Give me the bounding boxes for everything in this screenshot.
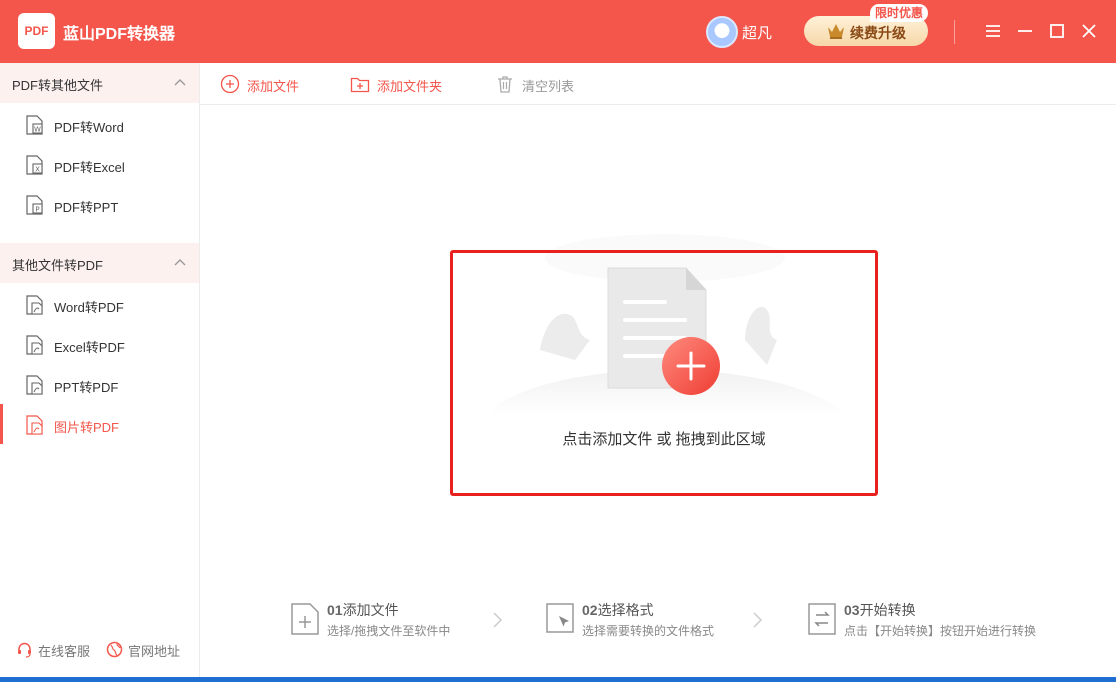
chevron-up-icon [174,79,186,86]
word-file-icon: W [26,115,43,135]
step-start-convert: 03开始转换 点击【开始转换】按钮开始进行转换 [807,600,1067,640]
group-label: PDF转其他文件 [12,78,104,93]
app-title: 蓝山PDF转换器 [63,26,176,43]
ppt-to-pdf-icon [26,375,43,395]
step-title: 02选择格式 [582,602,654,618]
title-bar: PDF 蓝山PDF转换器 超凡 续费升级 限时优惠 [0,0,1116,63]
sidebar-item-pdf-to-word[interactable]: W PDF转Word [0,104,199,144]
sidebar-item-excel-to-pdf[interactable]: Excel转PDF [0,324,199,364]
clear-list-button[interactable]: 清空列表 [495,74,585,94]
sidebar-item-pdf-to-excel[interactable]: X PDF转Excel [0,144,199,184]
add-file-label: 添加文件 [247,79,300,94]
sidebar-item-label: 图片转PDF [54,420,120,435]
taskbar-strip [0,677,1116,682]
step-desc: 点击【开始转换】按钮开始进行转换 [844,624,1037,638]
add-file-button[interactable]: 添加文件 [220,74,310,94]
user-name[interactable]: 超凡 [742,22,772,43]
add-folder-label: 添加文件夹 [377,79,443,94]
excel-to-pdf-icon [26,335,43,355]
svg-text:X: X [35,166,40,174]
online-service-label: 在线客服 [38,644,91,659]
globe-icon [106,641,123,658]
sidebar-item-label: PDF转Word [54,120,124,135]
sidebar-item-image-to-pdf[interactable]: 图片转PDF [0,404,199,444]
group-pdf-to-other[interactable]: PDF转其他文件 [0,63,199,103]
chevron-right-icon [493,612,503,628]
ppt-file-icon: P [26,195,43,215]
sidebar-item-pdf-to-ppt[interactable]: P PDF转PPT [0,184,199,224]
folder-plus-icon [350,77,370,93]
cursor-select-icon [546,603,574,633]
group-label: 其他文件转PDF [12,258,104,273]
trash-icon [498,76,512,93]
clear-list-label: 清空列表 [522,79,575,94]
step-desc: 选择/拖拽文件至软件中 [327,624,451,638]
dropzone[interactable] [450,250,878,496]
svg-text:W: W [34,126,41,134]
dropzone-hint: 点击添加文件 或 拖拽到此区域 [562,431,766,448]
step-title: 03开始转换 [844,602,916,618]
close-icon[interactable] [1076,18,1102,44]
promo-badge: 限时优惠 [870,4,929,22]
step-desc: 选择需要转换的文件格式 [582,624,715,638]
headset-icon [18,642,31,658]
image-to-pdf-icon [26,415,43,435]
crown-icon [828,24,844,39]
chevron-up-icon [174,259,186,266]
svg-text:P: P [35,206,39,214]
step-title: 01添加文件 [327,602,399,618]
sidebar-item-label: Excel转PDF [54,340,125,355]
plus-circle-icon [220,74,240,94]
menu-icon[interactable] [980,18,1006,44]
maximize-icon[interactable] [1044,18,1070,44]
app-logo: PDF [18,13,55,49]
convert-icon [808,603,836,635]
website-link[interactable]: 官网地址 [106,639,190,659]
chevron-right-icon [753,612,763,628]
sidebar-item-label: PDF转Excel [54,160,125,175]
add-folder-button[interactable]: 添加文件夹 [350,74,455,94]
excel-file-icon: X [26,155,43,175]
sidebar-item-word-to-pdf[interactable]: Word转PDF [0,284,199,324]
sidebar-item-label: PPT转PDF [54,380,119,395]
sidebar-item-ppt-to-pdf[interactable]: PPT转PDF [0,364,199,404]
minimize-icon[interactable] [1012,18,1038,44]
step-add-file: 01添加文件 选择/拖拽文件至软件中 [290,600,480,640]
title-divider [954,20,955,44]
user-avatar[interactable] [706,16,738,48]
active-indicator [0,404,3,444]
word-to-pdf-icon [26,295,43,315]
document-add-icon [291,603,319,635]
toolbar: 添加文件 添加文件夹 清空列表 [200,63,1116,105]
website-label: 官网地址 [128,644,181,659]
sidebar: PDF转其他文件 W PDF转Word X PDF转Excel P PDF转PP… [0,63,200,677]
upgrade-label: 续费升级 [850,25,906,41]
group-other-to-pdf[interactable]: 其他文件转PDF [0,243,199,283]
online-service-link[interactable]: 在线客服 [16,639,100,659]
sidebar-item-label: Word转PDF [54,300,124,315]
step-select-format: 02选择格式 选择需要转换的文件格式 [545,600,745,640]
sidebar-item-label: PDF转PPT [54,200,119,215]
